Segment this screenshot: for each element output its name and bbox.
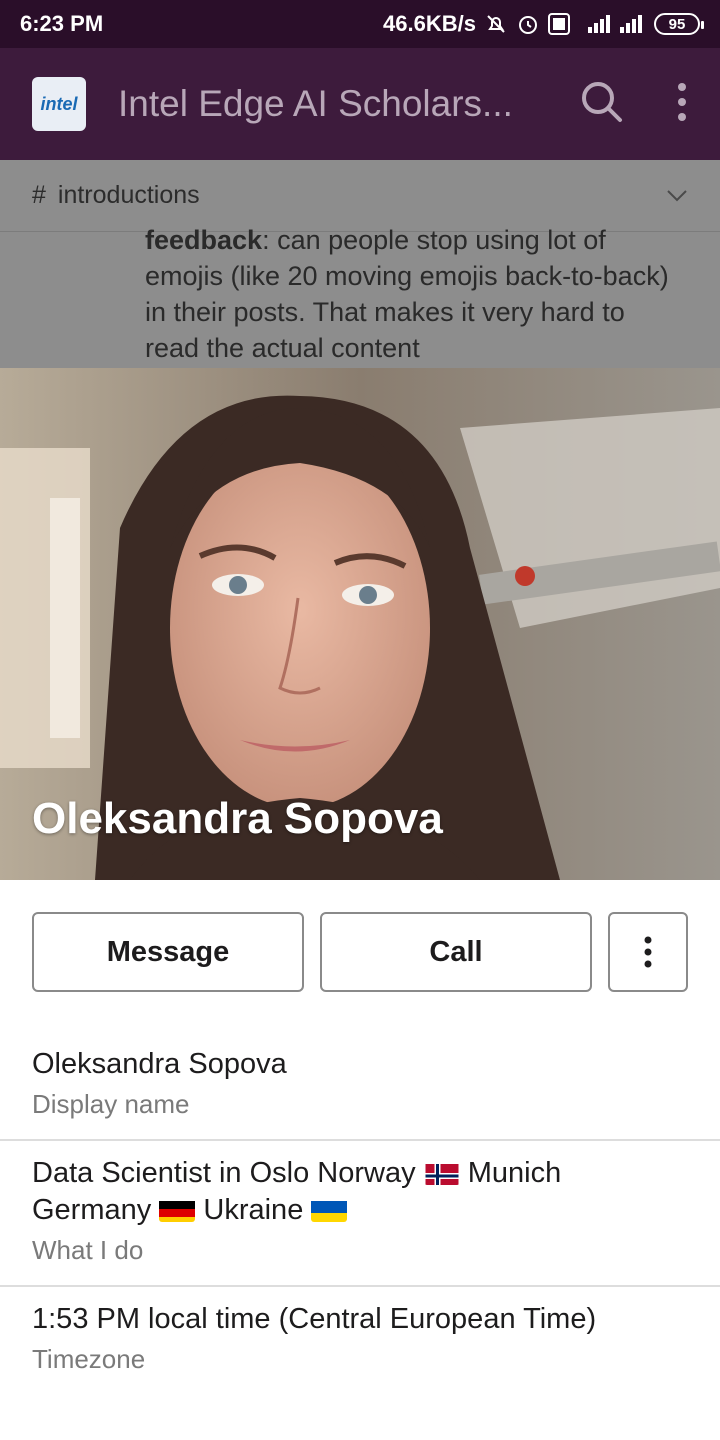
message-snippet: feedback: can people stop using lot of e… <box>0 222 720 366</box>
what-i-do-row: Data Scientist in Oslo Norway Munich Ger… <box>0 1141 720 1287</box>
display-name-value: Oleksandra Sopova <box>32 1048 287 1080</box>
volte-icon <box>548 13 570 35</box>
display-name-row: Oleksandra Sopova Display name <box>0 1032 720 1141</box>
profile-actions: Message Call <box>32 912 688 992</box>
ukraine-flag-icon <box>311 1198 348 1222</box>
more-vert-icon <box>644 936 652 968</box>
search-icon[interactable] <box>580 80 624 129</box>
more-options-button[interactable] <box>608 912 688 992</box>
network-speed: 46.6KB/s <box>383 11 476 36</box>
status-time: 6:23 PM <box>20 11 104 36</box>
profile-name: Oleksandra Sopova <box>32 794 443 843</box>
message-button[interactable]: Message <box>32 912 304 992</box>
workspace-title[interactable]: Intel Edge AI Scholars... <box>118 83 538 125</box>
status-bar: 6:23 PM 46.6KB/s 95 <box>0 0 720 48</box>
germany-flag-icon <box>159 1198 196 1222</box>
timezone-row: 1:53 PM local time (Central European Tim… <box>0 1287 720 1394</box>
display-name-label: Display name <box>32 1089 190 1119</box>
chevron-down-icon[interactable] <box>666 181 688 210</box>
profile-photo: Oleksandra Sopova <box>0 368 720 880</box>
status-icons: 46.6KB/s 95 <box>383 11 704 37</box>
timezone-label: Timezone <box>32 1344 146 1374</box>
battery-indicator: 95 <box>654 13 704 35</box>
app-bar-actions <box>580 80 688 129</box>
mute-icon <box>484 12 508 36</box>
app-bar: intel Intel Edge AI Scholars... <box>0 48 720 160</box>
norway-flag-icon <box>424 1161 460 1185</box>
signal-icon <box>618 13 646 35</box>
what-i-do-value: Data Scientist in Oslo Norway Munich Ger… <box>32 1155 688 1229</box>
what-i-do-label: What I do <box>32 1235 144 1265</box>
profile-info: Oleksandra Sopova Display name Data Scie… <box>0 1032 720 1394</box>
workspace-logo[interactable]: intel <box>32 77 86 131</box>
alarm-icon <box>516 12 540 36</box>
message-bold-text: feedback <box>145 225 263 255</box>
timezone-value: 1:53 PM local time (Central European Tim… <box>32 1303 597 1335</box>
what-i-do-text-1: Data Scientist in Oslo Norway <box>32 1157 416 1189</box>
what-i-do-text-3: Ukraine <box>203 1194 304 1226</box>
call-button[interactable]: Call <box>320 912 592 992</box>
overflow-menu-icon[interactable] <box>676 82 688 127</box>
hash-icon: # <box>32 181 46 209</box>
channel-name: introductions <box>57 181 200 209</box>
dimmed-channel-view[interactable]: # introductions feedback: can people sto… <box>0 160 720 368</box>
signal-4g-icon <box>578 13 610 35</box>
